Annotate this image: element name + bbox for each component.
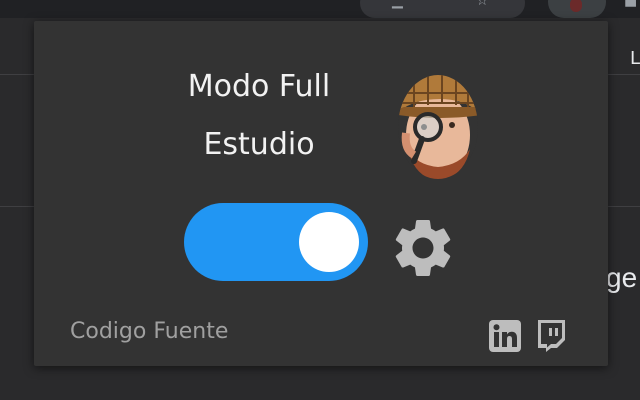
study-mode-toggle[interactable]	[184, 203, 368, 281]
profile-icon[interactable]: ■	[624, 0, 640, 8]
extension-button[interactable]	[548, 0, 606, 18]
title-line-1: Modo Full	[187, 69, 331, 104]
title-line-2: Estudio	[203, 127, 315, 162]
toggle-knob[interactable]	[299, 212, 359, 272]
linkedin-icon[interactable]	[488, 319, 522, 353]
page-text-fragment: ge	[606, 262, 638, 293]
gear-icon[interactable]	[388, 213, 458, 283]
avatar-icon	[394, 69, 486, 181]
minimize-icon[interactable]: ▁	[392, 0, 408, 8]
extension-popup: Modo Full Estudio Codigo Fuente	[34, 21, 608, 366]
source-code-link[interactable]: Codigo Fuente	[70, 319, 228, 345]
tab-label-fragment: L	[630, 48, 640, 69]
twitch-icon[interactable]	[534, 319, 568, 353]
popup-title: Modo Full Estudio	[154, 69, 364, 163]
star-icon[interactable]: ☆	[476, 0, 492, 8]
browser-toolbar: ▁ ☆ ■	[0, 0, 640, 18]
extension-avatar-icon	[570, 0, 582, 12]
address-bar[interactable]	[360, 0, 525, 18]
